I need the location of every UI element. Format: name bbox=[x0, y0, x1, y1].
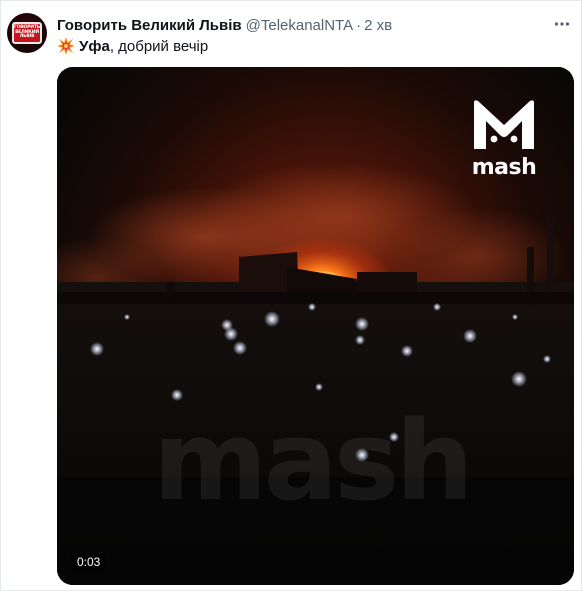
user-handle[interactable]: @TelekanalNTA bbox=[246, 17, 354, 34]
tweet-header: Говорить Великий Львів @TelekanalNTA · 2… bbox=[57, 15, 551, 35]
tweet-text-rest: , добрий вечір bbox=[109, 37, 209, 55]
mash-cat-logo-icon bbox=[474, 100, 534, 149]
separator-dot: · bbox=[356, 16, 362, 34]
tweet-text-bold: Уфа bbox=[79, 37, 110, 55]
display-name[interactable]: Говорить Великий Львів bbox=[57, 17, 242, 34]
tweet-timestamp[interactable]: 2 хв bbox=[364, 17, 392, 34]
mash-brand-word: mash bbox=[471, 155, 537, 180]
ellipsis-icon bbox=[554, 22, 570, 26]
video-duration-badge: 0:03 bbox=[71, 553, 107, 571]
video-watermark: mash bbox=[153, 397, 474, 525]
more-options-button[interactable] bbox=[553, 15, 571, 33]
video-player[interactable]: mash mash 0:03 bbox=[57, 67, 574, 585]
avatar[interactable]: ГОВОРИТЬ ВЕЛИКИЙ ЛЬВІВ bbox=[7, 13, 47, 53]
avatar-logo-line-3: ЛЬВІВ bbox=[19, 34, 35, 40]
collision-emoji-icon bbox=[57, 37, 75, 55]
tweet-text: Уфа , добрий вечір bbox=[57, 37, 208, 55]
channel-logo-icon: ГОВОРИТЬ ВЕЛИКИЙ ЛЬВІВ bbox=[12, 22, 42, 44]
mash-brand: mash bbox=[468, 95, 540, 180]
tweet-card[interactable]: ГОВОРИТЬ ВЕЛИКИЙ ЛЬВІВ Говорить Великий … bbox=[0, 0, 582, 591]
